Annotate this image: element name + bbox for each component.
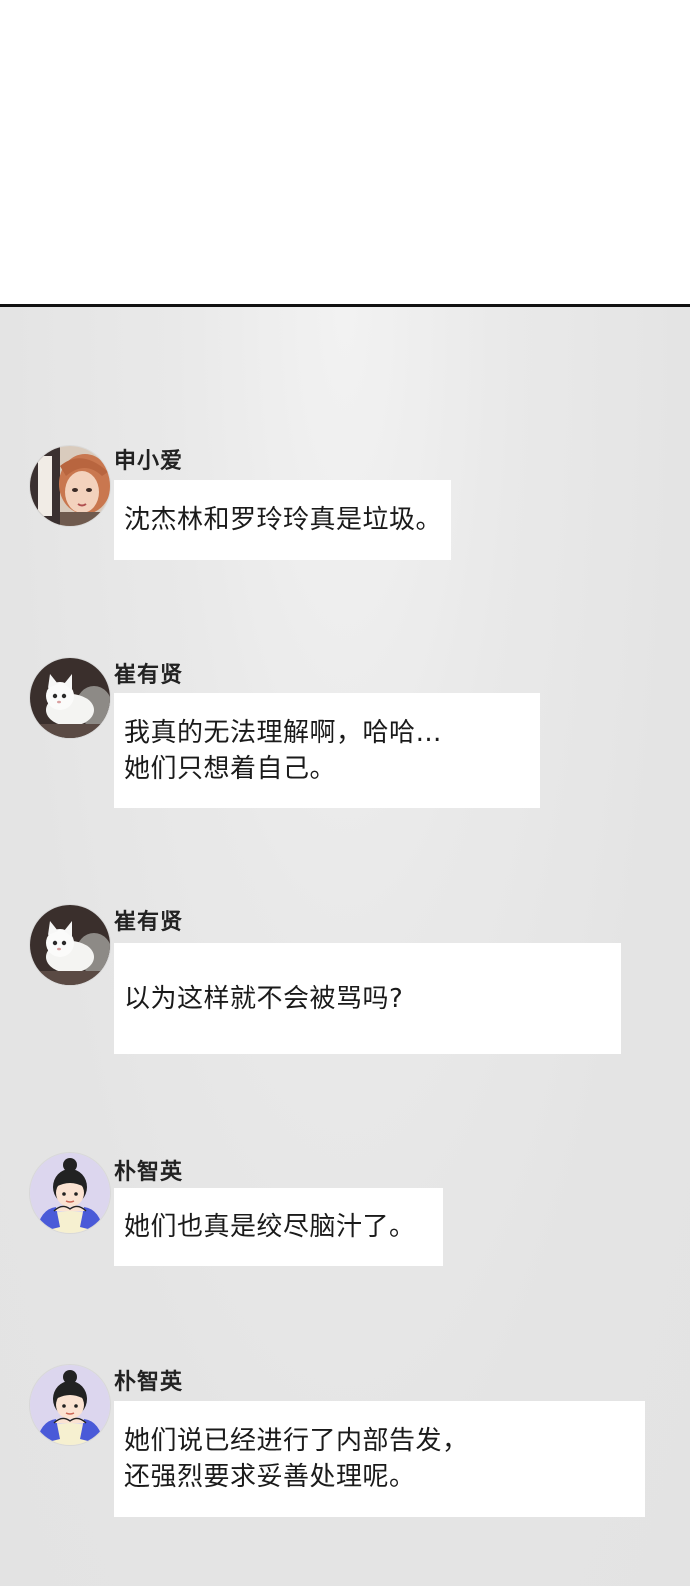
sender-name: 崔有贤 [114,910,184,935]
message-text: 我真的无法理解啊，哈哈… [124,717,443,748]
message-bubble: 以为这样就不会被骂吗? [114,943,621,1054]
comic-page: 申小爱 沈杰林和罗玲玲真是垃圾。 崔有贤 我真的无法理解啊，哈哈… 她们只想着自… [0,0,690,1586]
message-text: 还强烈要求妥善处理呢。 [124,1462,416,1492]
message-bubble: 沈杰林和罗玲玲真是垃圾。 [114,480,451,560]
cartoon-girl-avatar-icon[interactable] [30,1153,110,1233]
blank-top-panel [0,0,690,304]
message-bubble: 我真的无法理解啊，哈哈… 她们只想着自己。 [114,693,540,808]
message-text: 她们也真是绞尽脑汁了。 [124,1212,416,1242]
sender-name: 朴智英 [114,1160,184,1185]
white-cat-avatar-icon[interactable] [30,658,110,738]
sender-name: 申小爱 [114,449,184,474]
sender-name: 朴智英 [114,1370,184,1395]
cartoon-girl-avatar-icon[interactable] [30,1365,110,1445]
message-bubble: 她们说已经进行了内部告发， 还强烈要求妥善处理呢。 [114,1401,645,1517]
woman-portrait-avatar-icon[interactable] [30,446,110,526]
white-cat-avatar-icon[interactable] [30,905,110,985]
message-bubble: 她们也真是绞尽脑汁了。 [114,1188,443,1266]
message-text: 沈杰林和罗玲玲真是垃圾。 [124,505,443,535]
sender-name: 崔有贤 [114,663,184,688]
message-text: 她们只想着自己。 [124,753,337,784]
message-text: 以为这样就不会被骂吗? [124,983,404,1014]
group-chat-panel: 申小爱 沈杰林和罗玲玲真是垃圾。 崔有贤 我真的无法理解啊，哈哈… 她们只想着自… [0,307,690,1586]
message-text: 她们说已经进行了内部告发， [124,1426,469,1456]
